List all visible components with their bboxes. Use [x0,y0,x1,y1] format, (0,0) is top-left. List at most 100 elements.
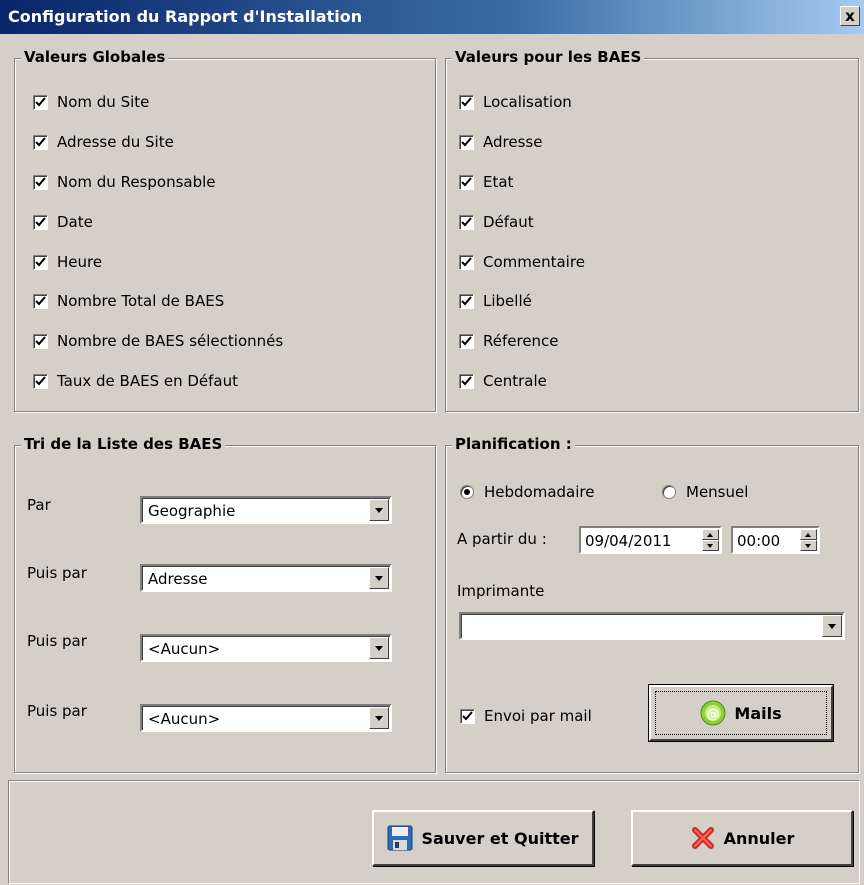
checkbox-label: Nombre de BAES sélectionnés [57,332,284,350]
global-item-time[interactable]: Heure [33,253,102,271]
check-icon [461,295,472,305]
sort-select-1[interactable]: Geographie [140,496,392,524]
save-and-quit-button[interactable]: Sauver et Quitter [372,810,594,866]
checkbox-label: Commentaire [483,253,585,271]
checkbox[interactable] [459,333,474,349]
baes-item-address[interactable]: Adresse [459,133,542,151]
baes-item-label[interactable]: Libellé [459,292,532,310]
chevron-down-icon[interactable] [822,615,842,637]
mails-button[interactable]: @ Mails [648,684,834,742]
checkbox[interactable] [459,134,474,150]
radio-label: Hebdomadaire [484,483,595,501]
checkbox[interactable] [33,214,48,230]
time-picker[interactable]: 00:00 [731,526,820,554]
select-value: Geographie [148,502,236,520]
select-value: Adresse [148,570,208,588]
sort-select-3[interactable]: <Aucun> [140,634,392,662]
radio-unselected[interactable] [662,485,676,499]
checkbox-label: Nombre Total de BAES [57,292,225,310]
checkbox[interactable] [33,94,48,110]
title-bar: Configuration du Rapport d'Installation … [0,0,864,34]
checkbox[interactable] [33,373,48,389]
chevron-down-icon[interactable] [369,637,389,659]
checkbox-label: Réference [483,332,559,350]
sort-label-1: Par [27,496,51,514]
spin-buttons[interactable] [702,529,719,551]
spin-buttons[interactable] [800,529,817,551]
spin-down-icon[interactable] [702,540,719,551]
global-item-site-name[interactable]: Nom du Site [33,93,149,111]
baes-item-fault[interactable]: Défaut [459,213,534,231]
chevron-down-icon[interactable] [369,707,389,729]
radio-label: Mensuel [686,483,749,501]
printer-select[interactable] [459,612,845,640]
checkbox-label: Centrale [483,372,547,390]
checkbox[interactable] [459,174,474,190]
checkbox[interactable] [459,293,474,309]
sort-label-4: Puis par [27,702,87,720]
check-icon [461,136,472,146]
check-icon [35,335,46,345]
date-picker[interactable]: 09/04/2011 [579,526,722,554]
global-item-selected-baes[interactable]: Nombre de BAES sélectionnés [33,332,283,350]
footer-panel: Sauver et Quitter Annuler [8,780,859,883]
checkbox-label: Nom du Responsable [57,173,216,191]
check-icon [35,216,46,226]
checkbox[interactable] [33,333,48,349]
check-icon [35,176,46,186]
check-icon [35,136,46,146]
baes-values-title: Valeurs pour les BAES [452,48,645,66]
checkbox[interactable] [460,708,475,724]
baes-item-location[interactable]: Localisation [459,93,572,111]
checkbox[interactable] [459,214,474,230]
mail-checkbox-row[interactable]: Envoi par mail [460,707,592,725]
date-value: 09/04/2011 [585,532,672,550]
chevron-down-icon[interactable] [369,567,389,589]
cancel-button-label: Annuler [723,828,795,848]
baes-item-state[interactable]: Etat [459,173,513,191]
select-value: <Aucun> [148,710,221,728]
global-item-date[interactable]: Date [33,213,93,231]
spin-up-icon[interactable] [800,529,817,540]
spin-down-icon[interactable] [800,540,817,551]
time-value: 00:00 [737,532,781,550]
checkbox-label: Nom du Site [57,93,150,111]
checkbox-label: Localisation [483,93,572,111]
sort-group: Tri de la Liste des BAES Par Geographie … [14,435,436,773]
select-value: <Aucun> [148,640,221,658]
checkbox[interactable] [33,254,48,270]
checkbox-label: Libellé [483,292,532,310]
baes-item-central[interactable]: Centrale [459,372,547,390]
chevron-down-icon[interactable] [369,499,389,521]
checkbox[interactable] [33,174,48,190]
baes-item-reference[interactable]: Réference [459,332,559,350]
checkbox[interactable] [459,373,474,389]
radio-weekly[interactable]: Hebdomadaire [460,483,594,501]
spin-up-icon[interactable] [702,529,719,540]
checkbox-label: Défaut [483,213,534,231]
close-button[interactable]: x [840,6,860,26]
global-item-site-address[interactable]: Adresse du Site [33,133,174,151]
global-item-fault-rate[interactable]: Taux de BAES en Défaut [33,372,238,390]
cancel-button[interactable]: Annuler [631,810,853,866]
sort-select-2[interactable]: Adresse [140,564,392,592]
global-item-manager[interactable]: Nom du Responsable [33,173,216,191]
check-icon [461,176,472,186]
planning-group: Planification : Hebdomadaire Mensuel A p… [445,435,859,773]
checkbox[interactable] [33,134,48,150]
global-item-total-baes[interactable]: Nombre Total de BAES [33,292,224,310]
focus-rect [655,691,827,735]
radio-selected[interactable] [460,485,474,499]
checkbox[interactable] [459,94,474,110]
checkbox-label: Heure [57,253,103,271]
checkbox[interactable] [459,254,474,270]
check-icon [35,96,46,106]
baes-item-comment[interactable]: Commentaire [459,253,585,271]
checkbox-label: Taux de BAES en Défaut [57,372,239,390]
planning-title: Planification : [452,435,575,453]
check-icon [35,375,46,385]
radio-monthly[interactable]: Mensuel [662,483,748,501]
sort-select-4[interactable]: <Aucun> [140,704,392,732]
checkbox[interactable] [33,293,48,309]
check-icon [461,375,472,385]
